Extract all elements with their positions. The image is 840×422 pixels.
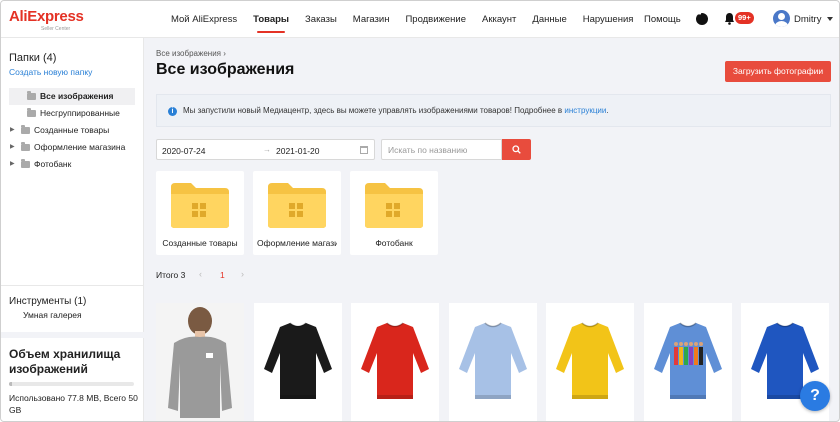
logo-text: AliExpress	[9, 8, 84, 25]
main-menu: Мой AliExpress Товары Заказы Магазин Продвиж…	[171, 1, 649, 38]
page-number[interactable]: 1	[220, 270, 225, 280]
folder-icon	[27, 108, 36, 117]
product-image	[458, 322, 527, 399]
next-page-icon[interactable]: ›	[241, 269, 244, 279]
image-card[interactable]	[351, 303, 439, 421]
tools-title: Инструменты (1)	[9, 296, 87, 307]
total-count: Итого 3	[156, 270, 186, 280]
folder-tree: Все изображения Несгруппированные ▶ Созданн…	[9, 88, 135, 173]
folder-card[interactable]: Созданные товары	[156, 171, 244, 255]
folder-label: Созданные товары	[162, 238, 238, 248]
product-image	[263, 322, 332, 399]
nav-item[interactable]: Нарушения	[583, 1, 634, 38]
breadcrumb-item[interactable]: Все изображения	[156, 49, 221, 58]
username[interactable]: Dmitry	[794, 1, 821, 38]
folder-label: Фотобанк	[375, 238, 413, 248]
chevron-right-icon: ›	[223, 49, 226, 58]
tree-item[interactable]: ▶ Созданные товары	[9, 122, 135, 139]
notification-badge: 99+	[735, 12, 754, 24]
product-image	[156, 303, 244, 421]
notice-message: Мы запустили новый Медиацентр, здесь вы …	[183, 106, 563, 115]
calendar-icon[interactable]	[360, 146, 368, 154]
search-button[interactable]	[502, 139, 531, 160]
nav-item[interactable]: Продвижение	[405, 1, 466, 38]
image-card[interactable]	[546, 303, 634, 421]
product-image	[556, 322, 624, 399]
chat-icon[interactable]	[696, 12, 708, 25]
folder-icon	[365, 183, 423, 228]
image-card[interactable]	[156, 303, 244, 421]
prev-page-icon[interactable]: ‹	[199, 269, 202, 279]
logo-subtitle: Seller Center	[41, 26, 71, 32]
nav-item[interactable]: Аккаунт	[482, 1, 516, 38]
divider	[1, 332, 144, 338]
chevron-down-icon[interactable]	[827, 17, 833, 21]
info-icon: i	[168, 107, 177, 116]
top-navigation: AliExpress Seller Center Мой AliExpress Т…	[1, 1, 839, 38]
tree-item-label: Фотобанк	[34, 159, 72, 169]
bell-icon[interactable]	[724, 12, 735, 25]
tree-item-label: Все изображения	[40, 91, 114, 101]
date-from[interactable]: 2020-07-24	[162, 146, 205, 156]
tree-item[interactable]: ▶ Фотобанк	[9, 156, 135, 173]
notice-text: Мы запустили новый Медиацентр, здесь вы …	[183, 106, 609, 115]
create-folder-link[interactable]: Создать новую папку	[9, 67, 92, 77]
tree-item-label: Несгруппированные	[40, 108, 120, 118]
product-image	[361, 322, 429, 399]
upload-photos-button[interactable]: Загрузить фотографии	[725, 61, 831, 82]
search-icon	[512, 145, 521, 154]
expand-arrow-icon[interactable]: ▶	[10, 139, 15, 156]
nav-item[interactable]: Товары	[253, 1, 289, 38]
image-card[interactable]	[253, 303, 342, 421]
aliexpress-logo[interactable]: AliExpress Seller Center	[9, 8, 84, 32]
storage-usage-text: Использовано 77.8 MB, Всего 50 GB	[9, 393, 138, 415]
folder-card[interactable]: Оформление магазина	[253, 171, 341, 255]
image-card[interactable]	[448, 303, 537, 421]
app-window: AliExpress Seller Center Мой AliExpress Т…	[0, 0, 840, 422]
nav-item[interactable]: Данные	[532, 1, 566, 38]
arrow-right-icon: →	[263, 145, 271, 154]
folder-icon	[27, 91, 36, 100]
date-to[interactable]: 2021-01-20	[276, 146, 319, 156]
nav-item[interactable]: Мой AliExpress	[171, 1, 237, 38]
divider	[1, 285, 144, 286]
image-card[interactable]	[643, 303, 732, 421]
folder-icon	[268, 183, 326, 228]
folder-icon	[21, 125, 30, 134]
user-avatar[interactable]	[773, 10, 790, 27]
storage-progress-fill	[9, 382, 12, 386]
expand-arrow-icon[interactable]: ▶	[10, 122, 15, 139]
help-button[interactable]: ?	[800, 381, 830, 411]
notice-suffix: .	[606, 106, 609, 115]
storage-title: Объем хранилища изображений	[9, 347, 121, 376]
page-title: Все изображения	[156, 61, 295, 78]
instructions-link[interactable]: инструкции	[564, 106, 606, 115]
folder-label: Оформление магазина	[257, 238, 337, 248]
breadcrumb: Все изображения ›	[156, 49, 226, 58]
date-range-picker[interactable]: 2020-07-24 → 2021-01-20	[156, 139, 375, 160]
nav-item[interactable]: Заказы	[305, 1, 337, 38]
storage-progress-bar	[9, 382, 134, 386]
tree-item[interactable]: Несгруппированные	[9, 105, 135, 122]
folder-icon	[21, 159, 30, 168]
info-notice: i Мы запустили новый Медиацентр, здесь в…	[156, 94, 831, 127]
folder-icon	[21, 142, 30, 151]
tree-item-label: Созданные товары	[34, 125, 110, 135]
product-image	[653, 322, 722, 399]
smart-gallery-link[interactable]: Умная галерея	[23, 310, 82, 320]
folders-title: Папки (4)	[9, 52, 57, 64]
tree-item[interactable]: Все изображения	[9, 88, 135, 105]
help-link[interactable]: Помощь	[644, 1, 681, 38]
tree-item-label: Оформление магазина	[34, 142, 126, 152]
tree-item[interactable]: ▶ Оформление магазина	[9, 139, 135, 156]
main-content: Все изображения › Все изображения Загруз…	[145, 38, 839, 421]
expand-arrow-icon[interactable]: ▶	[10, 156, 15, 173]
folder-card[interactable]: Фотобанк	[350, 171, 438, 255]
folder-icon	[171, 183, 229, 228]
nav-item[interactable]: Магазин	[353, 1, 390, 38]
sidebar: Папки (4) Создать новую папку Все изобра…	[1, 38, 144, 421]
search-input[interactable]	[381, 139, 502, 160]
